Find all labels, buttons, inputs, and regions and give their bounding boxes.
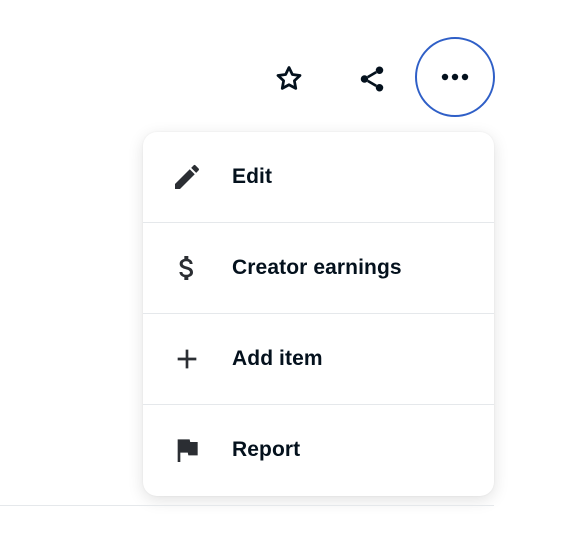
section-divider xyxy=(0,505,494,506)
favorite-button[interactable] xyxy=(266,56,312,102)
more-options-button[interactable] xyxy=(415,37,495,117)
menu-item-label: Add item xyxy=(232,347,323,370)
menu-item-label: Report xyxy=(232,438,301,461)
more-horizontal-icon xyxy=(441,73,469,81)
flag-icon xyxy=(171,434,203,466)
menu-item-label: Creator earnings xyxy=(232,256,402,279)
plus-icon xyxy=(171,343,203,375)
menu-item-creator-earnings[interactable]: Creator earnings xyxy=(143,223,494,314)
star-outline-icon xyxy=(276,66,302,90)
dollar-icon xyxy=(171,252,203,284)
share-icon xyxy=(360,66,384,92)
pencil-icon xyxy=(171,161,203,193)
menu-item-report[interactable]: Report xyxy=(143,405,494,495)
menu-item-label: Edit xyxy=(232,165,273,188)
menu-item-add-item[interactable]: Add item xyxy=(143,314,494,405)
menu-item-edit[interactable]: Edit xyxy=(143,132,494,223)
more-options-menu: Edit Creator earnings Add item Report xyxy=(143,132,494,496)
share-button[interactable] xyxy=(349,56,395,102)
